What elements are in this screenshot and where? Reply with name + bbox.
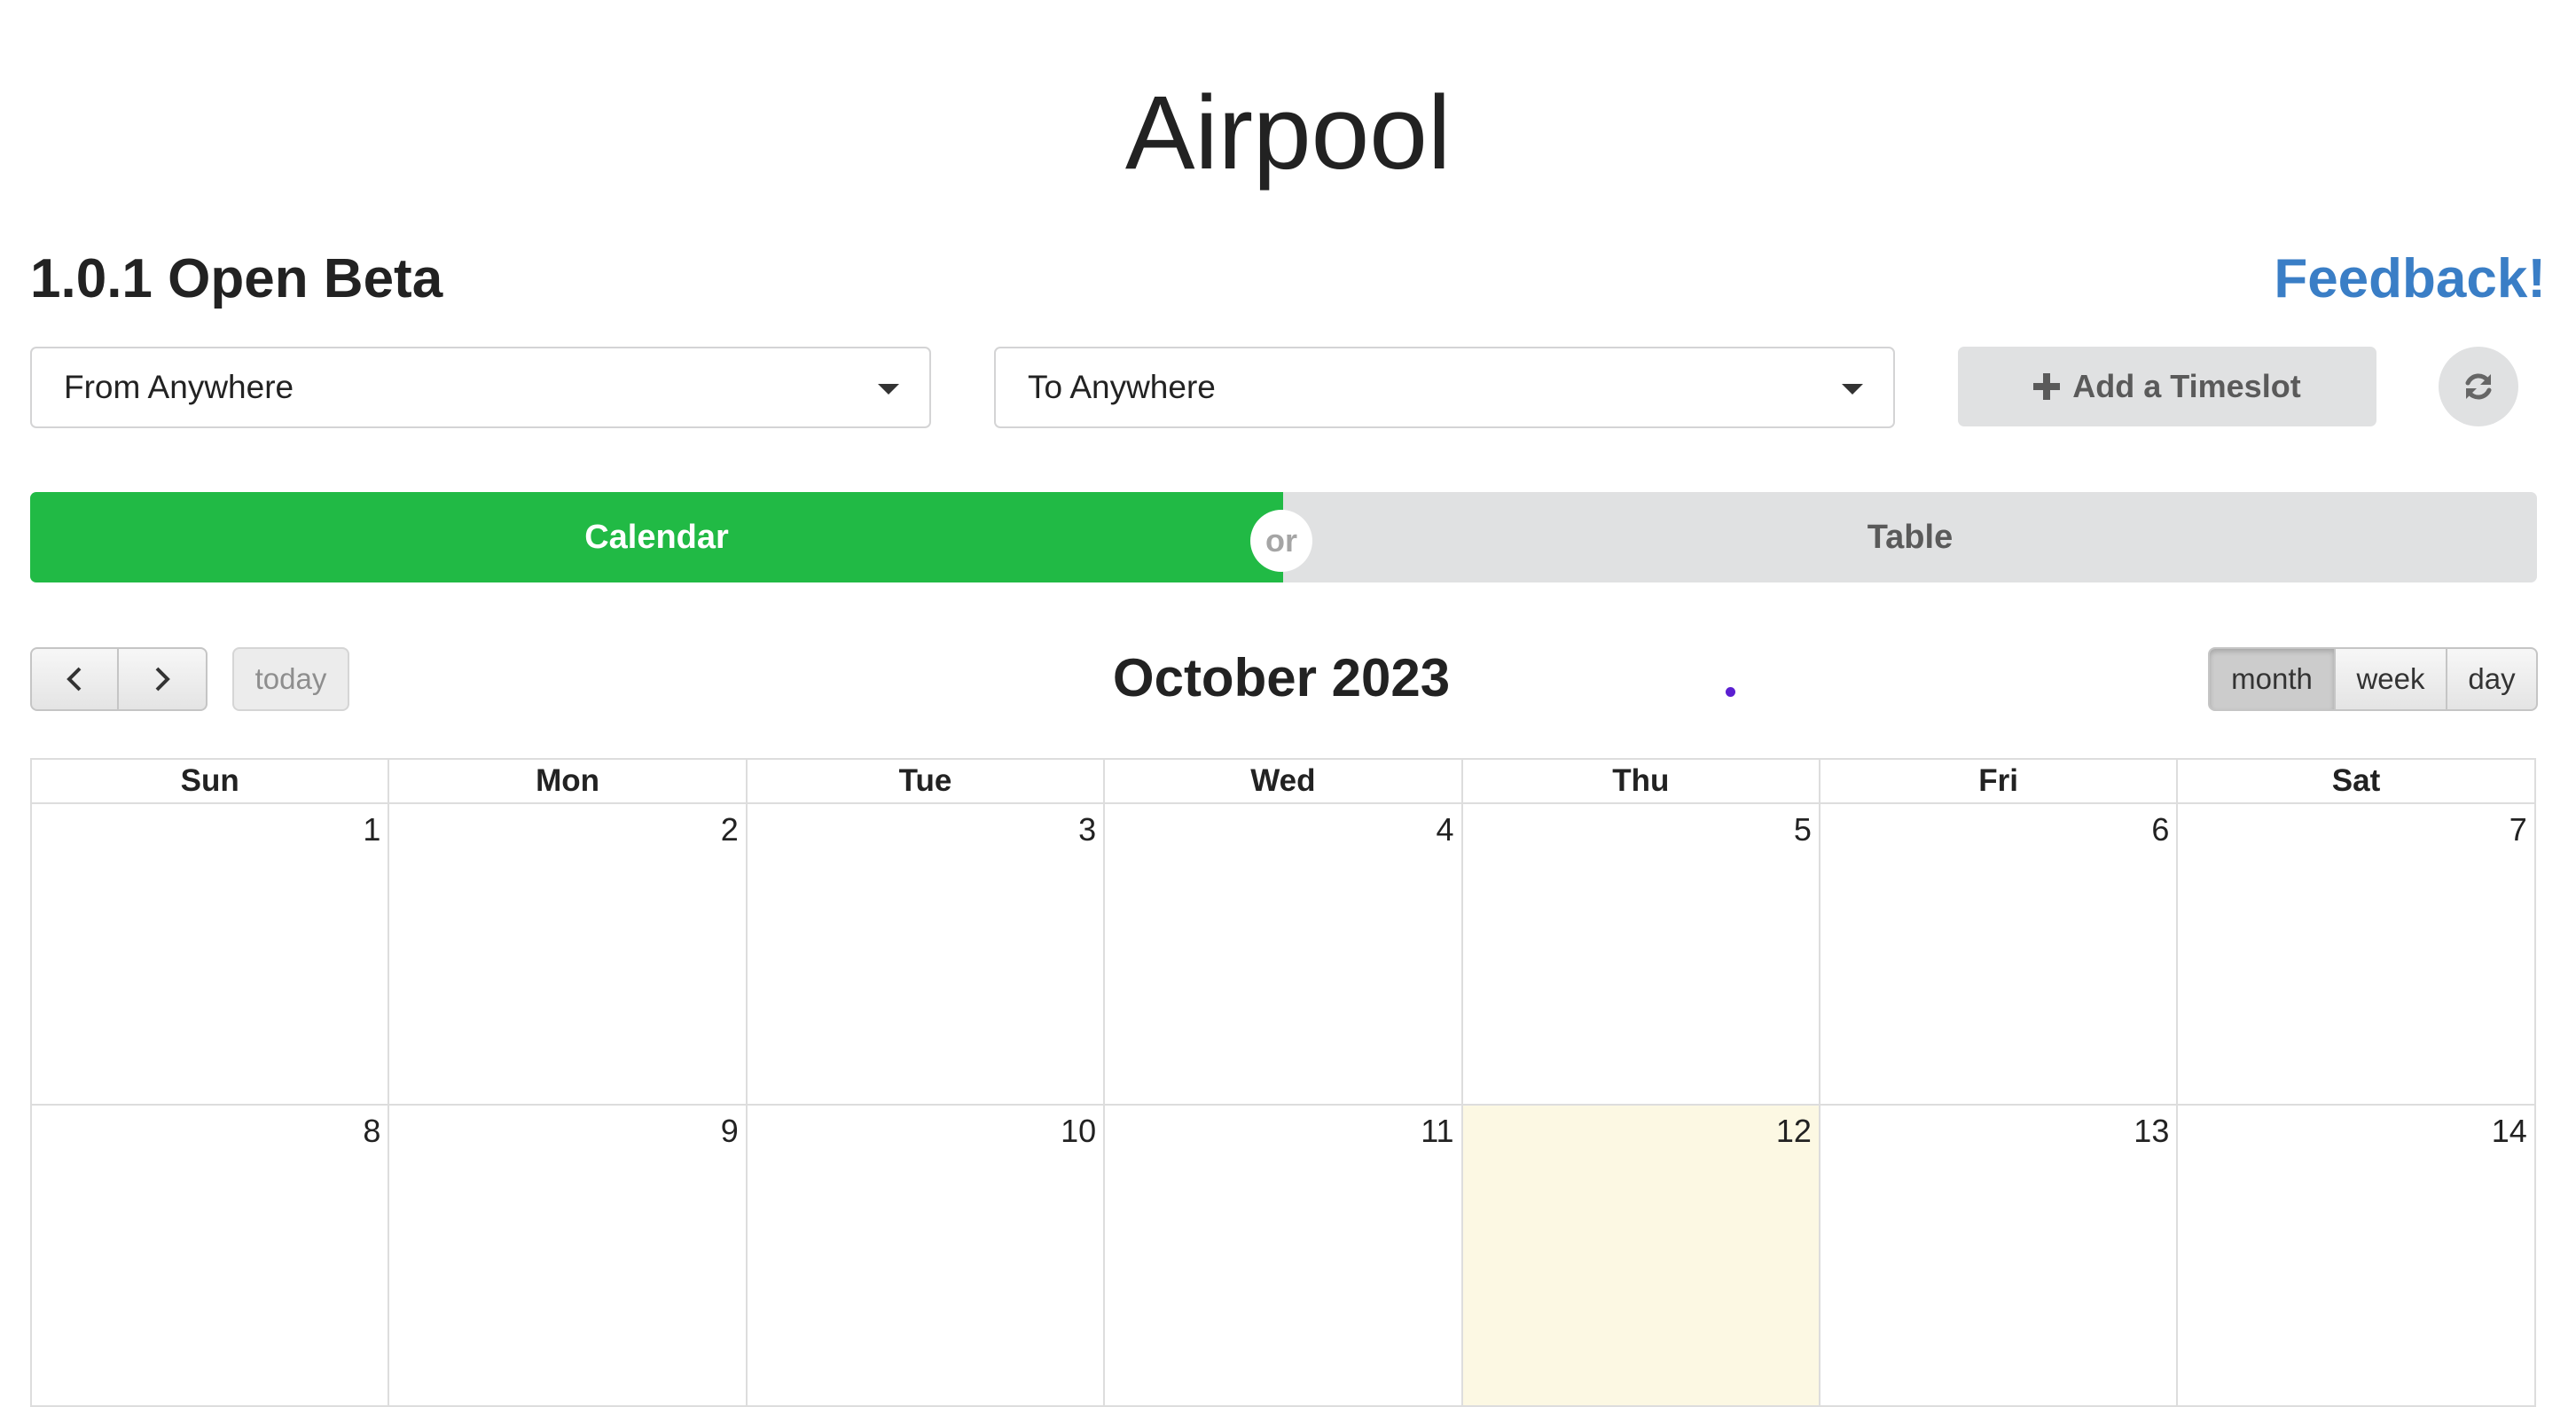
to-location-select[interactable]: To Anywhere: [994, 347, 1895, 428]
day-cell-today[interactable]: 12: [1462, 1106, 1820, 1407]
day-cell[interactable]: 13: [1820, 1106, 2179, 1407]
day-cell[interactable]: 2: [389, 804, 748, 1106]
chevron-down-icon: [1842, 384, 1863, 395]
feedback-link[interactable]: Feedback!: [2274, 244, 2546, 315]
day-number: 13: [2134, 1113, 2170, 1149]
day-number: 2: [720, 811, 739, 848]
chevron-left-icon: [67, 667, 82, 692]
day-cell[interactable]: 14: [2178, 1106, 2536, 1407]
day-cell[interactable]: 9: [389, 1106, 748, 1407]
weekday-header: Sun: [32, 760, 390, 804]
day-number: 14: [2491, 1113, 2527, 1149]
day-cell[interactable]: 3: [747, 804, 1106, 1106]
day-cell[interactable]: 11: [1105, 1106, 1463, 1407]
cursor-dot: [1726, 687, 1735, 697]
weekday-header: Fri: [1820, 760, 2179, 804]
day-cell[interactable]: 6: [1820, 804, 2179, 1106]
refresh-button[interactable]: [2439, 347, 2518, 426]
weekday-header: Sat: [2178, 760, 2536, 804]
day-number: 3: [1078, 811, 1097, 848]
day-cell[interactable]: 4: [1105, 804, 1463, 1106]
calendar-title: October 2023: [1112, 648, 1451, 707]
today-button[interactable]: today: [232, 647, 349, 711]
calendar-view-switcher: month week day: [2208, 647, 2538, 711]
weekday-header: Thu: [1462, 760, 1820, 804]
calendar-nav: [30, 647, 207, 711]
next-month-button[interactable]: [119, 647, 207, 711]
day-cell[interactable]: 1: [32, 804, 390, 1106]
add-timeslot-button[interactable]: Add a Timeslot: [1958, 347, 2376, 426]
weekday-header: Tue: [747, 760, 1106, 804]
day-cell[interactable]: 8: [32, 1106, 390, 1407]
page: Airpool 1.0.1 Open Beta Feedback! From A…: [0, 0, 2576, 1407]
day-cell[interactable]: 5: [1462, 804, 1820, 1106]
tab-table[interactable]: Table: [1283, 492, 2537, 582]
day-number: 9: [720, 1113, 739, 1149]
day-number: 8: [363, 1113, 381, 1149]
week-row: 8 9 10 11 12 13 14: [32, 1106, 2536, 1407]
prev-month-button[interactable]: [30, 647, 119, 711]
day-number: 10: [1061, 1113, 1097, 1149]
view-day-button[interactable]: day: [2447, 647, 2538, 711]
or-divider: or: [1250, 510, 1312, 572]
weekday-header: Mon: [389, 760, 748, 804]
app-title: Airpool: [1124, 74, 1452, 192]
add-timeslot-label: Add a Timeslot: [2072, 368, 2301, 404]
tab-calendar[interactable]: Calendar: [30, 492, 1283, 582]
day-number: 4: [1436, 811, 1454, 848]
day-cell[interactable]: 7: [2178, 804, 2536, 1106]
day-number: 12: [1775, 1113, 1812, 1149]
calendar-grid: Sun Mon Tue Wed Thu Fri Sat 1 2 3 4 5 6 …: [30, 758, 2536, 1407]
chevron-down-icon: [878, 384, 899, 395]
version-label: 1.0.1 Open Beta: [30, 248, 443, 309]
view-week-button[interactable]: week: [2336, 647, 2447, 711]
from-location-select[interactable]: From Anywhere: [30, 347, 931, 428]
plus-icon: [2033, 373, 2061, 400]
weekday-header: Wed: [1105, 760, 1463, 804]
day-number: 11: [1421, 1113, 1454, 1149]
day-number: 7: [2509, 811, 2527, 848]
week-row: 1 2 3 4 5 6 7: [32, 804, 2536, 1106]
from-location-value: From Anywhere: [64, 369, 294, 405]
weekday-header-row: Sun Mon Tue Wed Thu Fri Sat: [32, 760, 2536, 804]
day-number: 1: [363, 811, 381, 848]
chevron-right-icon: [155, 667, 170, 692]
day-number: 5: [1793, 811, 1812, 848]
to-location-value: To Anywhere: [1028, 369, 1216, 405]
view-month-button[interactable]: month: [2208, 647, 2336, 711]
refresh-icon: [2465, 373, 2492, 400]
day-cell[interactable]: 10: [747, 1106, 1106, 1407]
day-number: 6: [2151, 811, 2170, 848]
